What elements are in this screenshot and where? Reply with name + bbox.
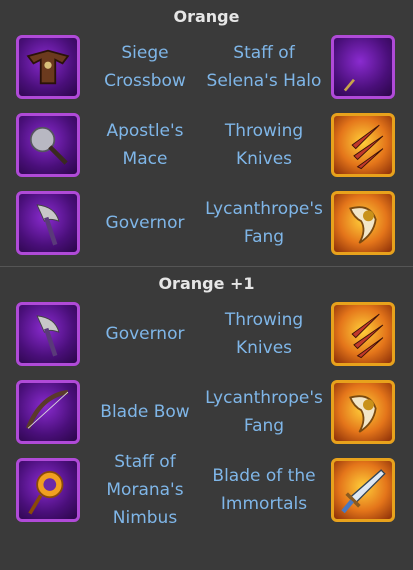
- item-name[interactable]: Throwing Knives: [200, 299, 328, 369]
- lycanthropes-fang-icon[interactable]: [331, 380, 395, 444]
- section-title: Orange: [173, 7, 240, 26]
- item-row: Siege Crossbow Staff of Selena's Halo: [0, 32, 413, 110]
- item-name[interactable]: Blade Bow: [92, 377, 198, 447]
- item-row: Apostle's Mace Throwing Knives: [0, 110, 413, 188]
- blade-of-the-immortals-icon[interactable]: [331, 458, 395, 522]
- item-name[interactable]: Staff of Morana's Nimbus: [92, 452, 198, 528]
- item-name[interactable]: Staff of Selena's Halo: [200, 32, 328, 102]
- lycanthropes-fang-icon[interactable]: [331, 191, 395, 255]
- item-name[interactable]: Lycanthrope's Fang: [200, 188, 328, 258]
- governor-icon[interactable]: [16, 191, 80, 255]
- item-name[interactable]: Throwing Knives: [200, 110, 328, 180]
- item-row: Governor Lycanthrope's Fang: [0, 188, 413, 266]
- item-name[interactable]: Governor: [92, 299, 198, 369]
- blade-bow-icon[interactable]: [16, 380, 80, 444]
- item-name[interactable]: Siege Crossbow: [92, 32, 198, 102]
- siege-crossbow-icon[interactable]: [16, 35, 80, 99]
- throwing-knives-icon[interactable]: [331, 113, 395, 177]
- item-name[interactable]: Lycanthrope's Fang: [200, 377, 328, 447]
- item-row: Blade Bow Lycanthrope's Fang: [0, 377, 413, 455]
- section-orange-plus-1: Orange +1 Governor Throwing Knives Blade…: [0, 267, 413, 533]
- section-orange: Orange Siege Crossbow Staff of Selena's …: [0, 0, 413, 266]
- staff-of-moranas-nimbus-icon[interactable]: [16, 458, 80, 522]
- staff-of-selenas-halo-icon[interactable]: [331, 35, 395, 99]
- item-row: Staff of Morana's Nimbus Blade of the Im…: [0, 452, 413, 533]
- item-row: Governor Throwing Knives: [0, 299, 413, 377]
- item-name[interactable]: Blade of the Immortals: [200, 455, 328, 525]
- item-name[interactable]: Apostle's Mace: [92, 110, 198, 180]
- throwing-knives-icon[interactable]: [331, 302, 395, 366]
- apostles-mace-icon[interactable]: [16, 113, 80, 177]
- section-title: Orange +1: [158, 274, 255, 293]
- governor-icon[interactable]: [16, 302, 80, 366]
- item-name[interactable]: Governor: [92, 188, 198, 258]
